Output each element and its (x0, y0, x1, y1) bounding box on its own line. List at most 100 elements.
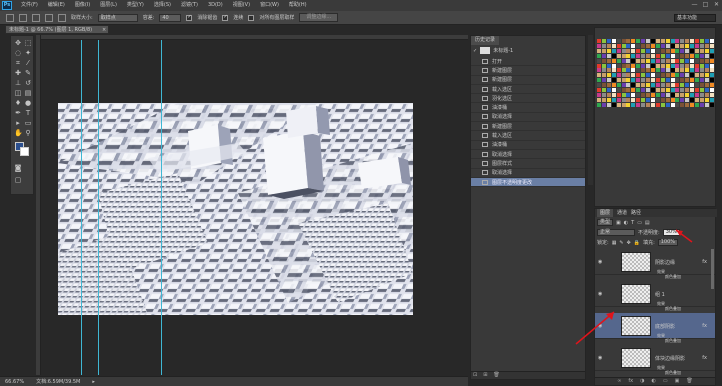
history-tab[interactable]: 历史记录 (471, 36, 500, 45)
color-swatch[interactable] (631, 68, 636, 73)
color-swatch[interactable] (606, 97, 611, 102)
color-swatch[interactable] (680, 78, 685, 83)
color-swatch[interactable] (636, 73, 641, 78)
color-swatch[interactable] (695, 68, 699, 73)
color-swatch[interactable] (611, 53, 616, 58)
color-swatch[interactable] (680, 68, 685, 73)
color-swatch[interactable] (660, 58, 665, 63)
history-item[interactable]: 打开 (471, 57, 585, 67)
color-swatch[interactable] (597, 78, 601, 83)
color-swatch[interactable] (606, 58, 611, 63)
hand-tool-icon[interactable]: ✋ (14, 129, 23, 137)
tolerance-input[interactable]: 40 (159, 13, 182, 22)
color-swatch[interactable] (655, 53, 660, 58)
color-swatch[interactable] (621, 58, 626, 63)
layer-name[interactable]: 阴影边缘 (655, 259, 675, 266)
filter-smart-icon[interactable]: ▤ (645, 220, 650, 226)
color-swatch[interactable] (626, 63, 631, 68)
lasso-tool-icon[interactable]: ◌ (14, 49, 22, 57)
history-item[interactable]: 图层样式 (471, 159, 585, 169)
color-swatch[interactable] (616, 78, 621, 83)
menu-item[interactable]: 窗口(W) (255, 0, 284, 11)
visibility-eye-icon[interactable]: ◉ (598, 355, 602, 361)
color-swatch[interactable] (641, 39, 646, 43)
magic-wand-icon[interactable]: ✦ (24, 49, 32, 57)
history-item[interactable]: 载入选区 (471, 131, 585, 141)
color-swatch[interactable] (675, 43, 680, 48)
color-swatch[interactable] (650, 63, 655, 68)
color-swatch[interactable] (616, 58, 621, 63)
color-swatch[interactable] (660, 53, 665, 58)
zoom-level[interactable]: 66.67% (5, 379, 24, 385)
color-swatch[interactable] (695, 43, 699, 48)
color-swatch[interactable] (641, 53, 646, 58)
color-swatch[interactable] (626, 102, 631, 107)
color-swatch[interactable] (660, 92, 665, 97)
color-swatch[interactable] (636, 92, 641, 97)
color-swatch[interactable] (597, 102, 601, 107)
color-swatch[interactable] (597, 53, 601, 58)
history-item[interactable]: 油漆桶 (471, 103, 585, 113)
layers-scrollbar[interactable] (711, 249, 714, 289)
color-swatch[interactable] (670, 53, 675, 58)
color-swatch[interactable] (665, 53, 670, 58)
color-swatch[interactable] (665, 63, 670, 68)
layer-fx-icon[interactable]: fx (702, 323, 707, 329)
color-swatch[interactable] (616, 73, 621, 78)
color-swatch[interactable] (690, 39, 695, 43)
color-swatch[interactable] (680, 43, 685, 48)
color-swatch[interactable] (631, 102, 636, 107)
intersect-selection-icon[interactable] (58, 13, 66, 22)
color-swatch[interactable] (616, 68, 621, 73)
color-swatch[interactable] (675, 48, 680, 53)
brush-tool-icon[interactable]: ✎ (24, 69, 32, 77)
color-swatch[interactable] (641, 88, 646, 92)
color-swatch[interactable] (636, 97, 641, 102)
color-swatch[interactable] (631, 53, 636, 58)
color-swatch[interactable] (680, 63, 685, 68)
color-swatch[interactable] (704, 63, 709, 68)
type-tool-icon[interactable]: T (24, 109, 32, 117)
color-swatch[interactable] (680, 102, 685, 107)
lock-all-icon[interactable]: 🔒 (634, 240, 640, 246)
color-swatch[interactable] (601, 68, 606, 73)
color-swatch[interactable] (650, 102, 655, 107)
color-swatch[interactable] (655, 83, 660, 88)
color-swatch[interactable] (611, 73, 616, 78)
color-swatch[interactable] (709, 43, 714, 48)
color-swatch[interactable] (646, 43, 650, 48)
color-swatch[interactable] (675, 63, 680, 68)
color-swatch[interactable] (660, 97, 665, 102)
color-swatch[interactable] (650, 53, 655, 58)
color-swatch[interactable] (704, 88, 709, 92)
color-swatch[interactable] (616, 92, 621, 97)
color-swatch[interactable] (665, 68, 670, 73)
color-swatch[interactable] (601, 88, 606, 92)
visibility-eye-icon[interactable]: ◉ (598, 259, 602, 265)
color-swatch[interactable] (680, 73, 685, 78)
move-tool-icon[interactable]: ✥ (14, 39, 22, 47)
color-swatch[interactable] (670, 102, 675, 107)
kind-filter-select[interactable]: 类型 (597, 219, 614, 226)
color-swatch[interactable] (685, 63, 690, 68)
magic-wand-tool-icon[interactable] (6, 13, 14, 22)
color-swatch[interactable] (690, 102, 695, 107)
color-swatch[interactable] (616, 39, 621, 43)
color-swatch[interactable] (611, 78, 616, 83)
color-swatch[interactable] (695, 73, 699, 78)
color-swatch[interactable] (699, 43, 704, 48)
color-swatch[interactable] (606, 83, 611, 88)
history-item[interactable]: 载入选区 (471, 85, 585, 95)
menu-item[interactable]: 3D(D) (203, 0, 228, 11)
lock-transparency-icon[interactable]: ▦ (612, 240, 617, 246)
color-swatch[interactable] (690, 48, 695, 53)
color-swatch[interactable] (626, 92, 631, 97)
color-swatch[interactable] (597, 88, 601, 92)
color-swatch[interactable] (704, 68, 709, 73)
color-swatch[interactable] (646, 92, 650, 97)
color-swatch[interactable] (636, 43, 641, 48)
color-swatch[interactable] (621, 53, 626, 58)
minimize-icon[interactable]: — (691, 1, 698, 8)
color-swatch[interactable] (601, 53, 606, 58)
menu-item[interactable]: 文件(F) (16, 0, 43, 11)
